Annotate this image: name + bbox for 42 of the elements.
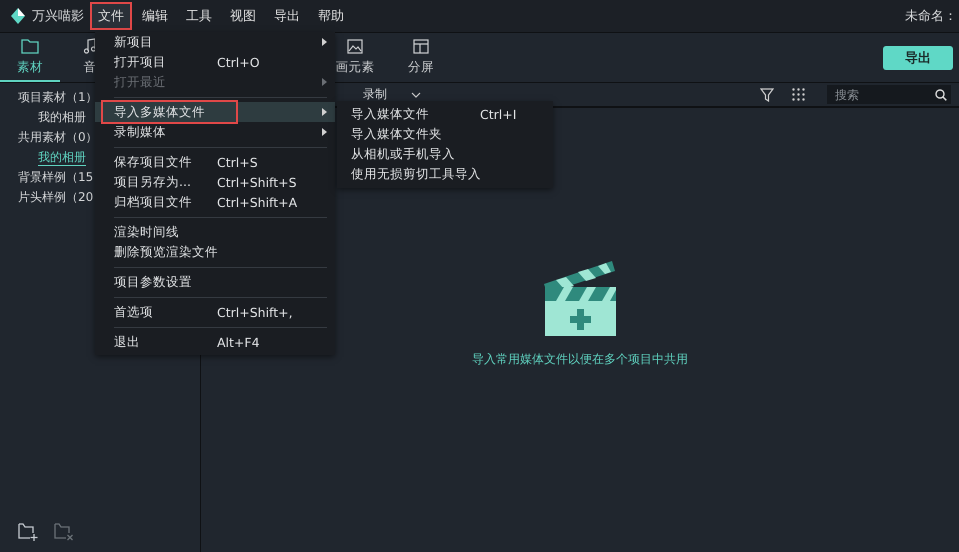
menu-item[interactable]: 工具 <box>178 2 220 30</box>
submenu-arrow-icon <box>322 38 327 46</box>
add-folder-icon[interactable] <box>18 523 38 541</box>
menu-item[interactable]: 录制媒体 <box>95 122 335 142</box>
logo-icon <box>10 7 26 25</box>
menu-item[interactable]: 视图 <box>222 2 264 30</box>
tab[interactable]: 素材 <box>0 38 60 82</box>
filter-icon[interactable] <box>760 88 774 102</box>
menu-item[interactable]: 项目另存为... Ctrl+Shift+S <box>95 172 335 192</box>
menu-item[interactable]: 导入媒体文件 Ctrl+I <box>337 104 553 124</box>
layout-icon <box>413 39 429 54</box>
menu-item[interactable]: 文件 <box>90 2 132 30</box>
menu-item[interactable]: 首选项 Ctrl+Shift+, <box>95 302 335 322</box>
music-note-icon <box>83 38 97 54</box>
export-button[interactable]: 导出 <box>883 46 953 70</box>
menu-item[interactable]: 归档项目文件 Ctrl+Shift+A <box>95 192 335 212</box>
search-icon[interactable] <box>935 89 947 101</box>
empty-state-message: 导入常用媒体文件以便在多个项目中共用 <box>472 350 688 368</box>
folder-icon <box>21 38 39 54</box>
submenu-arrow-icon <box>322 108 327 116</box>
menu-item[interactable]: 导入多媒体文件 <box>95 102 335 122</box>
document-title: 未命名： <box>905 8 958 25</box>
menu-item[interactable]: 删除预览渲染文件 <box>95 242 335 262</box>
submenu-arrow-icon <box>322 78 327 86</box>
menu-item[interactable]: 使用无损剪切工具导入 <box>337 164 553 184</box>
tab[interactable]: 分屏 <box>391 39 451 82</box>
grid-icon[interactable] <box>792 88 805 101</box>
menu-item[interactable]: 渲染时间线 <box>95 222 335 242</box>
image-icon <box>347 39 363 54</box>
menu-item[interactable]: 帮助 <box>310 2 352 30</box>
record-dropdown-label[interactable]: 录制 <box>363 86 387 103</box>
menu-item[interactable]: 从相机或手机导入 <box>337 144 553 164</box>
menu-item[interactable]: 保存项目文件 Ctrl+S <box>95 152 335 172</box>
menu-item[interactable]: 退出 Alt+F4 <box>95 332 335 352</box>
search-field[interactable]: 搜索 <box>827 85 951 104</box>
submenu-arrow-icon <box>322 128 327 136</box>
menu-item[interactable]: 导入媒体文件夹 <box>337 124 553 144</box>
chevron-down-icon[interactable] <box>411 92 421 98</box>
menu-item[interactable]: 导出 <box>266 2 308 30</box>
menu-item[interactable]: 编辑 <box>134 2 176 30</box>
menu-item[interactable]: 项目参数设置 <box>95 272 335 292</box>
app-name: 万兴喵影 <box>32 8 84 25</box>
